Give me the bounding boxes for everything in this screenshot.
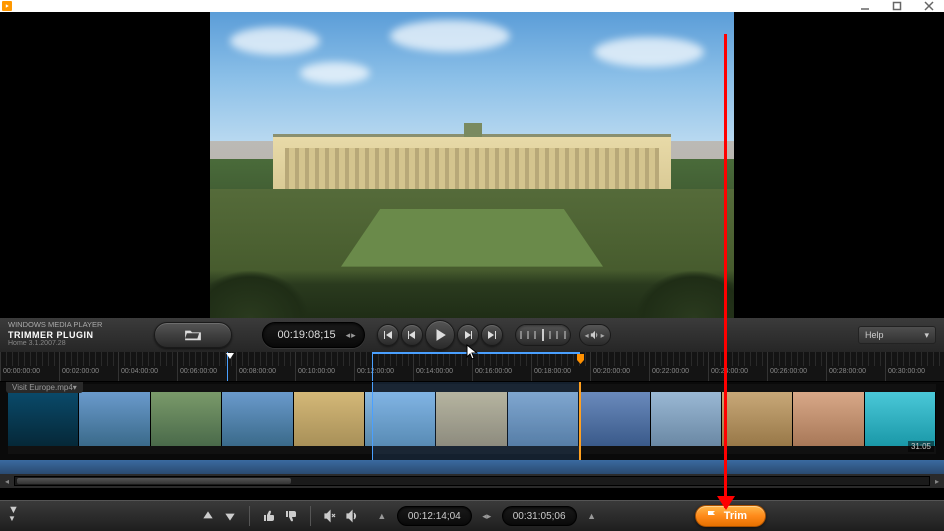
thumbnail: [793, 392, 864, 446]
out-point-marker[interactable]: [577, 354, 584, 364]
out-point-timecode[interactable]: 00:31:05;06: [502, 506, 577, 526]
selection-range-indicator: [372, 352, 580, 354]
audio-button[interactable]: [343, 507, 361, 525]
thumbnail: [651, 392, 722, 446]
video-preview-area: [0, 12, 944, 318]
selection-overlay[interactable]: [372, 382, 580, 460]
scrollbar-thumb[interactable]: [17, 478, 291, 484]
ruler-tick: 00:16:00:00: [472, 352, 531, 381]
in-point-marker[interactable]: [372, 352, 373, 381]
chevron-down-icon: ▾: [924, 330, 929, 341]
player-control-bar: WINDOWS MEDIA PLAYER TRIMMER PLUGIN Home…: [0, 318, 944, 352]
marker-down-button[interactable]: [221, 507, 239, 525]
thumbnail: [865, 392, 936, 446]
clip-duration-label: 31:05: [908, 441, 934, 452]
window-minimize-button[interactable]: [858, 1, 872, 11]
ruler-tick: 00:00:00:00: [0, 352, 59, 381]
playhead-handle[interactable]: [226, 353, 234, 359]
audio-waveform-band: [0, 460, 944, 474]
timeline-ruler[interactable]: 00:00:00:00 00:02:00:00 00:04:00:00 00:0…: [0, 352, 944, 382]
clip-filename-tab[interactable]: Visit Europe.mp4▾: [6, 382, 83, 393]
volume-button[interactable]: ◂ ▸: [579, 324, 611, 346]
thumbnail: [222, 392, 293, 446]
timeline-track[interactable]: Visit Europe.mp4▾ 31:05: [0, 382, 944, 460]
thumbnail: [722, 392, 793, 446]
marker-up-button[interactable]: [199, 507, 217, 525]
flag-icon: [706, 510, 718, 522]
ruler-tick: 00:20:00:00: [590, 352, 649, 381]
speed-slider[interactable]: [515, 324, 571, 346]
ruler-tick: 00:10:00:00: [295, 352, 354, 381]
thumbs-up-button[interactable]: [260, 507, 278, 525]
ruler-tick: 00:28:00:00: [826, 352, 885, 381]
ruler-tick: 00:22:00:00: [649, 352, 708, 381]
frame-prev-icon[interactable]: ◂: [346, 330, 351, 341]
timecode-display[interactable]: 00:19:08;15 ◂ ▸: [262, 322, 364, 348]
thumbnail: [579, 392, 650, 446]
ruler-tick: 00:08:00:00: [236, 352, 295, 381]
expand-panel-toggle[interactable]: ▼▼: [8, 504, 19, 528]
ruler-tick: 00:14:00:00: [413, 352, 472, 381]
step-back-button[interactable]: [401, 324, 423, 346]
ruler-tick: 00:04:00:00: [118, 352, 177, 381]
thumbnail: [151, 392, 222, 446]
out-point-line[interactable]: [580, 382, 581, 460]
thumbnail: [8, 392, 79, 446]
scroll-right-button[interactable]: ▸: [930, 474, 944, 488]
thumbnail: [294, 392, 365, 446]
play-button[interactable]: [425, 320, 455, 350]
open-file-button[interactable]: [154, 322, 232, 348]
window-titlebar: [0, 0, 944, 12]
trim-button[interactable]: Trim: [695, 505, 766, 527]
frame-next-icon[interactable]: ▸: [351, 330, 356, 341]
set-in-point-button[interactable]: ▲: [375, 507, 389, 525]
ruler-tick: 00:12:00:00: [354, 352, 413, 381]
goto-start-button[interactable]: [377, 324, 399, 346]
thumbnail: [79, 392, 150, 446]
set-out-point-button[interactable]: ▲: [585, 507, 599, 525]
footer-toolbar: ▼▼ ▲ 00:12:14;04 ◂▸ 00:31:05;06 ▲ Trim: [0, 500, 944, 531]
ruler-tick: 00:02:00:00: [59, 352, 118, 381]
ruler-tick: 00:24:00:00: [708, 352, 767, 381]
scroll-left-button[interactable]: ◂: [0, 474, 14, 488]
plugin-title: WINDOWS MEDIA PLAYER TRIMMER PLUGIN Home…: [8, 321, 102, 348]
app-icon: [2, 1, 12, 11]
scrollbar-track[interactable]: [14, 476, 930, 486]
step-forward-button[interactable]: [457, 324, 479, 346]
goto-end-button[interactable]: [481, 324, 503, 346]
in-nudge-button[interactable]: ◂▸: [480, 507, 494, 525]
video-frame[interactable]: [210, 12, 734, 318]
horizontal-scrollbar[interactable]: ◂ ▸: [0, 474, 944, 488]
in-point-timecode[interactable]: 00:12:14;04: [397, 506, 472, 526]
mute-toggle-button[interactable]: [321, 507, 339, 525]
window-close-button[interactable]: [922, 1, 936, 11]
ruler-tick: 00:30:00:00: [885, 352, 944, 381]
thumbs-down-button[interactable]: [282, 507, 300, 525]
ruler-tick: 00:26:00:00: [767, 352, 826, 381]
help-dropdown[interactable]: Help ▾: [858, 326, 936, 344]
window-maximize-button[interactable]: [890, 1, 904, 11]
